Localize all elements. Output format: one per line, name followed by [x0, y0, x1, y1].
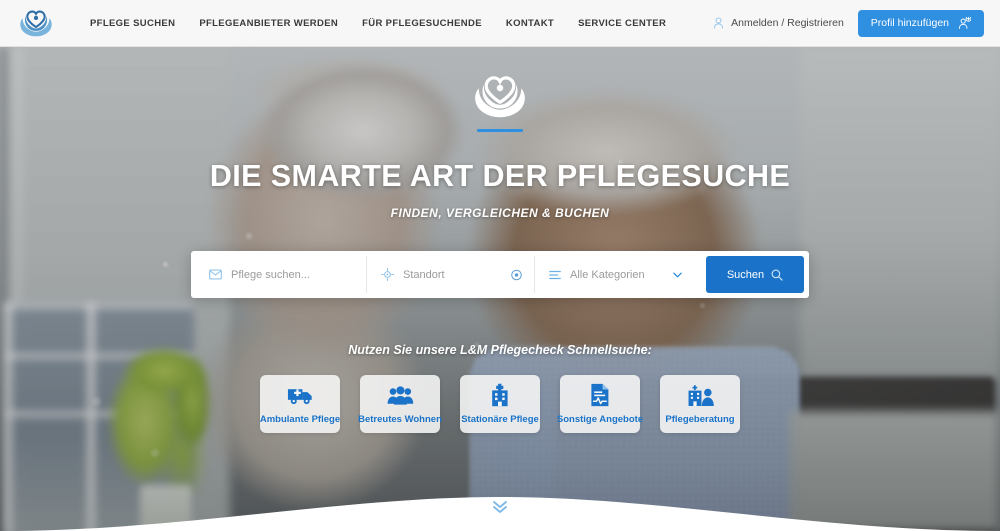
card-label: Stationäre Pflege	[461, 414, 539, 425]
user-icon	[714, 17, 724, 29]
location-input[interactable]: Standort	[403, 269, 445, 281]
nav-fuer-pflegesuchende[interactable]: FÜR PFLEGESUCHENDE	[350, 0, 494, 47]
envelope-icon	[209, 269, 222, 280]
card-betreutes-wohnen[interactable]: Betreutes Wohnen	[358, 375, 442, 433]
category-select[interactable]: Alle Kategorien	[534, 256, 694, 293]
header-actions: Anmelden / Registrieren Profil hinzufüge…	[713, 9, 1000, 37]
card-label: Betreutes Wohnen	[358, 414, 442, 425]
search-icon	[771, 269, 783, 281]
category-select-value[interactable]: Alle Kategorien	[570, 269, 645, 281]
search-submit-button[interactable]: Suchen	[706, 256, 804, 293]
chevron-down-icon[interactable]	[673, 272, 682, 278]
nav-pflege-suchen[interactable]: PFLEGE SUCHEN	[72, 0, 187, 47]
card-label: Sonstige Angebote	[556, 414, 644, 425]
card-pflegeberatung[interactable]: Pflegeberatung	[660, 375, 740, 433]
double-chevron-down-icon	[493, 501, 507, 513]
login-register-link[interactable]: Anmelden / Registrieren	[713, 17, 844, 29]
login-register-label: Anmelden / Registrieren	[731, 17, 844, 29]
main-nav: PFLEGE SUCHEN PFLEGEANBIETER WERDEN FÜR …	[72, 0, 678, 47]
hospital-icon	[489, 383, 511, 407]
site-logo[interactable]	[0, 0, 72, 47]
document-pulse-icon	[590, 383, 610, 407]
card-sonstige-angebote[interactable]: Sonstige Angebote	[556, 375, 644, 433]
nav-service-center[interactable]: SERVICE CENTER	[566, 0, 678, 47]
card-stationaere-pflege[interactable]: Stationäre Pflege	[460, 375, 540, 433]
location-crosshair-icon	[381, 268, 394, 281]
hero-section: DIE SMARTE ART DER PFLEGESUCHE FINDEN, V…	[0, 47, 1000, 531]
add-profile-button[interactable]: Profil hinzufügen	[857, 9, 984, 37]
hero-content: DIE SMARTE ART DER PFLEGESUCHE FINDEN, V…	[0, 47, 1000, 531]
add-profile-label: Profil hinzufügen	[870, 17, 949, 29]
card-label: Pflegeberatung	[665, 414, 735, 425]
care-search-field[interactable]: Pflege suchen...	[191, 256, 366, 293]
card-ambulante-pflege[interactable]: Ambulante Pflege	[260, 375, 340, 433]
heart-in-hands-logo-white-icon	[475, 76, 525, 118]
nav-pflegeanbieter-werden[interactable]: PFLEGEANBIETER WERDEN	[187, 0, 350, 47]
nav-kontakt[interactable]: KONTAKT	[494, 0, 566, 47]
scroll-down-button[interactable]	[491, 500, 509, 514]
page-title: DIE SMARTE ART DER PFLEGESUCHE	[209, 159, 791, 193]
target-locate-icon[interactable]	[511, 269, 522, 280]
search-submit-label: Suchen	[726, 268, 765, 281]
heart-in-hands-logo-icon	[20, 10, 52, 37]
card-label: Ambulante Pflege	[259, 414, 341, 425]
care-search-input[interactable]: Pflege suchen...	[231, 269, 310, 281]
site-header: PFLEGE SUCHEN PFLEGEANBIETER WERDEN FÜR …	[0, 0, 1000, 47]
quicksearch-cards: Ambulante Pflege Betreutes Wohnen Statio…	[260, 375, 740, 433]
ambulance-icon	[287, 383, 314, 407]
list-lines-icon	[549, 270, 561, 280]
group-people-icon	[387, 383, 414, 407]
building-person-icon	[687, 383, 714, 407]
page-root: PFLEGE SUCHEN PFLEGEANBIETER WERDEN FÜR …	[0, 0, 1000, 531]
add-profile-icon	[958, 16, 971, 29]
location-field[interactable]: Standort	[366, 256, 534, 293]
page-subtitle: FINDEN, VERGLEICHEN & BUCHEN	[390, 206, 610, 220]
search-bar: Pflege suchen... Standort Alle Kategorie…	[191, 251, 809, 298]
quicksearch-label: Nutzen Sie unsere L&M Pflegecheck Schnel…	[348, 343, 652, 357]
hero-divider	[477, 129, 523, 132]
